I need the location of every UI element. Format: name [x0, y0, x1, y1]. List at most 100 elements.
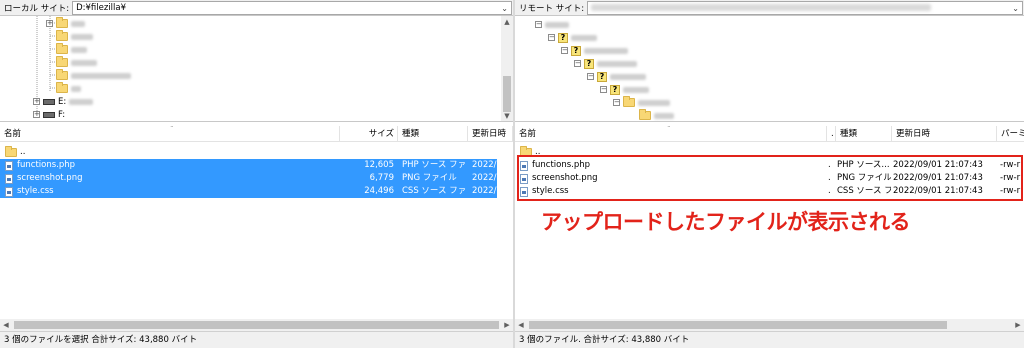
file-modified: 2022/09/0: [472, 186, 497, 196]
local-list-hscrollbar[interactable]: ◀ ▶: [0, 319, 513, 331]
local-tree-scrollbar[interactable]: ▲ ▼: [501, 16, 513, 121]
remote-site-pane: リモート サイト: ⌄ − −? −? −? −? −? − ˄ 名前 . 種類…: [515, 0, 1024, 348]
col-size[interactable]: .: [827, 126, 836, 142]
expand-icon[interactable]: +: [33, 98, 40, 105]
remote-path-dropdown-icon[interactable]: ⌄: [1012, 3, 1019, 14]
col-modified[interactable]: 更新日時: [468, 126, 513, 142]
file-modified: 2022/09/0: [472, 160, 497, 170]
remote-list-hscrollbar[interactable]: ◀ ▶: [515, 319, 1024, 331]
local-path-dropdown-icon[interactable]: ⌄: [501, 3, 508, 14]
file-modified: 2022/09/0: [472, 173, 497, 183]
remote-tree-item[interactable]: −?: [587, 71, 646, 82]
col-type[interactable]: 種類: [836, 126, 892, 142]
local-file-list: ˄ 名前 サイズ 種類 更新日時 .. functions.php 12,605…: [0, 126, 513, 331]
unknown-folder-icon: ?: [558, 32, 568, 43]
collapse-icon[interactable]: −: [587, 73, 594, 80]
local-tree-drive-e[interactable]: + E:: [33, 96, 94, 107]
local-path-input[interactable]: D:¥filezilla¥ ⌄: [72, 0, 512, 15]
file-type: PNG ファイル: [402, 173, 457, 183]
col-size[interactable]: サイズ: [340, 126, 398, 142]
file-size: 24,496: [364, 186, 394, 196]
uploaded-files-highlight: [517, 155, 1023, 201]
local-tree-drive-f[interactable]: + F:: [33, 109, 65, 120]
unknown-folder-icon: ?: [571, 45, 581, 56]
remote-tree-item[interactable]: −?: [548, 32, 597, 43]
scroll-down-icon[interactable]: ▼: [501, 110, 513, 121]
table-row[interactable]: style.css 24,496 CSS ソース ファイル 2022/09/0: [0, 185, 497, 198]
remote-tree-item[interactable]: −: [535, 19, 569, 30]
local-status-bar: 3 個のファイルを選択 合計サイズ: 43,880 バイト: [0, 331, 513, 348]
remote-tree-item[interactable]: [639, 109, 674, 121]
expand-icon[interactable]: +: [33, 111, 40, 118]
remote-path-input[interactable]: ⌄: [587, 0, 1023, 15]
file-size: 6,779: [369, 173, 394, 183]
folder-icon: [56, 56, 68, 67]
local-path-bar: ローカル サイト: D:¥filezilla¥ ⌄: [0, 0, 513, 16]
parent-dir-row[interactable]: ..: [0, 146, 513, 159]
file-type: PHP ソース ファイ...: [402, 160, 466, 170]
folder-icon: [639, 109, 651, 120]
file-size: 12,605: [364, 160, 394, 170]
file-type: CSS ソース ファイル: [402, 186, 466, 196]
folder-icon: [623, 96, 635, 107]
local-tree-item[interactable]: [56, 56, 97, 68]
unknown-folder-icon: ?: [584, 58, 594, 69]
scroll-up-icon[interactable]: ▲: [501, 16, 513, 28]
local-tree-item[interactable]: [56, 69, 131, 81]
remote-tree-item[interactable]: −?: [561, 45, 628, 56]
col-permissions[interactable]: パーミッ: [997, 126, 1024, 142]
remote-path-label: リモート サイト:: [519, 3, 585, 14]
folder-icon: [5, 146, 17, 157]
file-name: functions.php: [17, 160, 76, 170]
col-modified[interactable]: 更新日時: [892, 126, 997, 142]
local-path-value: D:¥filezilla¥: [76, 2, 127, 13]
file-name: screenshot.png: [17, 173, 83, 183]
annotation-text: アップロードしたファイルが表示される: [541, 210, 911, 234]
local-tree-item[interactable]: [56, 43, 87, 55]
collapse-icon[interactable]: −: [574, 60, 581, 67]
remote-path-value-redacted: [591, 3, 932, 11]
drive-icon: [43, 98, 55, 105]
scroll-thumb[interactable]: [14, 321, 499, 329]
scroll-right-icon[interactable]: ▶: [501, 319, 513, 331]
drive-f-label: F:: [58, 109, 66, 120]
local-list-header: ˄ 名前 サイズ 種類 更新日時: [0, 126, 513, 142]
scroll-left-icon[interactable]: ◀: [515, 319, 527, 331]
local-site-pane: ローカル サイト: D:¥filezilla¥ ⌄ + + E: + F: ▲ …: [0, 0, 513, 348]
png-file-icon: [5, 174, 13, 184]
table-row[interactable]: screenshot.png 6,779 PNG ファイル 2022/09/0: [0, 172, 497, 185]
collapse-icon[interactable]: −: [535, 21, 542, 28]
folder-icon: [56, 17, 68, 28]
parent-dir-label: ..: [20, 147, 26, 157]
collapse-icon[interactable]: −: [561, 47, 568, 54]
unknown-folder-icon: ?: [597, 71, 607, 82]
col-name[interactable]: 名前: [515, 126, 827, 142]
folder-icon: [56, 82, 68, 93]
local-tree-item[interactable]: [56, 30, 93, 42]
collapse-icon[interactable]: −: [548, 34, 555, 41]
remote-list-header: ˄ 名前 . 種類 更新日時 パーミッ: [515, 126, 1024, 142]
file-name: style.css: [17, 186, 54, 196]
local-directory-tree: + + E: + F: ▲ ▼: [0, 16, 513, 122]
col-type[interactable]: 種類: [398, 126, 468, 142]
remote-directory-tree: − −? −? −? −? −? −: [515, 16, 1024, 122]
scroll-left-icon[interactable]: ◀: [0, 319, 12, 331]
table-row[interactable]: functions.php 12,605 PHP ソース ファイ... 2022…: [0, 159, 497, 172]
expand-icon[interactable]: +: [46, 20, 53, 27]
scroll-right-icon[interactable]: ▶: [1012, 319, 1024, 331]
folder-icon: [56, 43, 68, 54]
remote-tree-item[interactable]: −: [613, 96, 670, 108]
col-name[interactable]: 名前: [0, 126, 340, 142]
local-path-label: ローカル サイト:: [4, 3, 70, 14]
scroll-thumb[interactable]: [503, 76, 511, 112]
unknown-folder-icon: ?: [610, 84, 620, 95]
collapse-icon[interactable]: −: [600, 86, 607, 93]
collapse-icon[interactable]: −: [613, 99, 620, 106]
local-tree-item[interactable]: +: [46, 17, 85, 29]
remote-tree-item[interactable]: −?: [574, 58, 637, 69]
remote-path-bar: リモート サイト: ⌄: [515, 0, 1024, 16]
local-tree-item[interactable]: [56, 82, 81, 94]
scroll-thumb[interactable]: [529, 321, 947, 329]
remote-tree-item[interactable]: −?: [600, 84, 649, 95]
folder-icon: [56, 69, 68, 80]
